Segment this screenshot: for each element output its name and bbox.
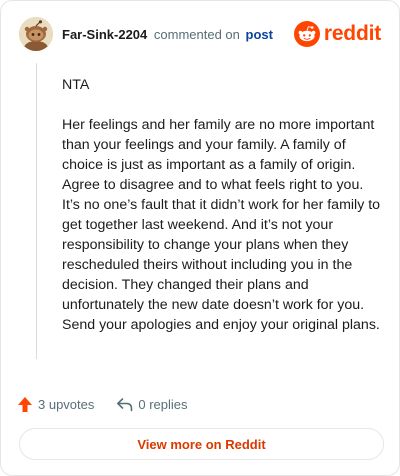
upvote-arrow-icon	[18, 396, 32, 412]
reddit-snoo-icon	[293, 21, 320, 47]
comment-paragraph: Her feelings and her family are no more …	[62, 117, 381, 333]
reply-arrow-icon	[117, 397, 133, 411]
upvote-button[interactable]: 3 upvotes	[17, 396, 94, 413]
comment-header: Far-Sink-2204 commented on post reddit	[19, 17, 383, 51]
reply-count: 0 replies	[138, 396, 188, 412]
reddit-logo[interactable]: reddit	[293, 20, 381, 48]
comment-body: NTA Her feelings and her family are no m…	[62, 75, 382, 355]
reply-button[interactable]: 0 replies	[116, 396, 188, 412]
user-avatar[interactable]	[19, 17, 53, 51]
snoo-avatar-icon	[19, 17, 53, 51]
author-name[interactable]: Far-Sink-2204	[62, 27, 147, 42]
comment-embed-card: Far-Sink-2204 commented on post reddit N…	[0, 0, 400, 476]
reddit-wordmark: reddit	[323, 22, 381, 45]
comment-actions: 3 upvotes 0 replies	[17, 393, 188, 415]
post-link[interactable]: post	[246, 27, 273, 42]
thread-line	[36, 63, 37, 359]
commented-on-text: commented on	[153, 27, 240, 42]
upvote-count: 3 upvotes	[38, 396, 95, 412]
view-more-on-reddit-button[interactable]: View more on Reddit	[19, 428, 384, 460]
author-line: Far-Sink-2204 commented on post	[62, 27, 273, 42]
comment-paragraph: NTA	[62, 77, 90, 93]
